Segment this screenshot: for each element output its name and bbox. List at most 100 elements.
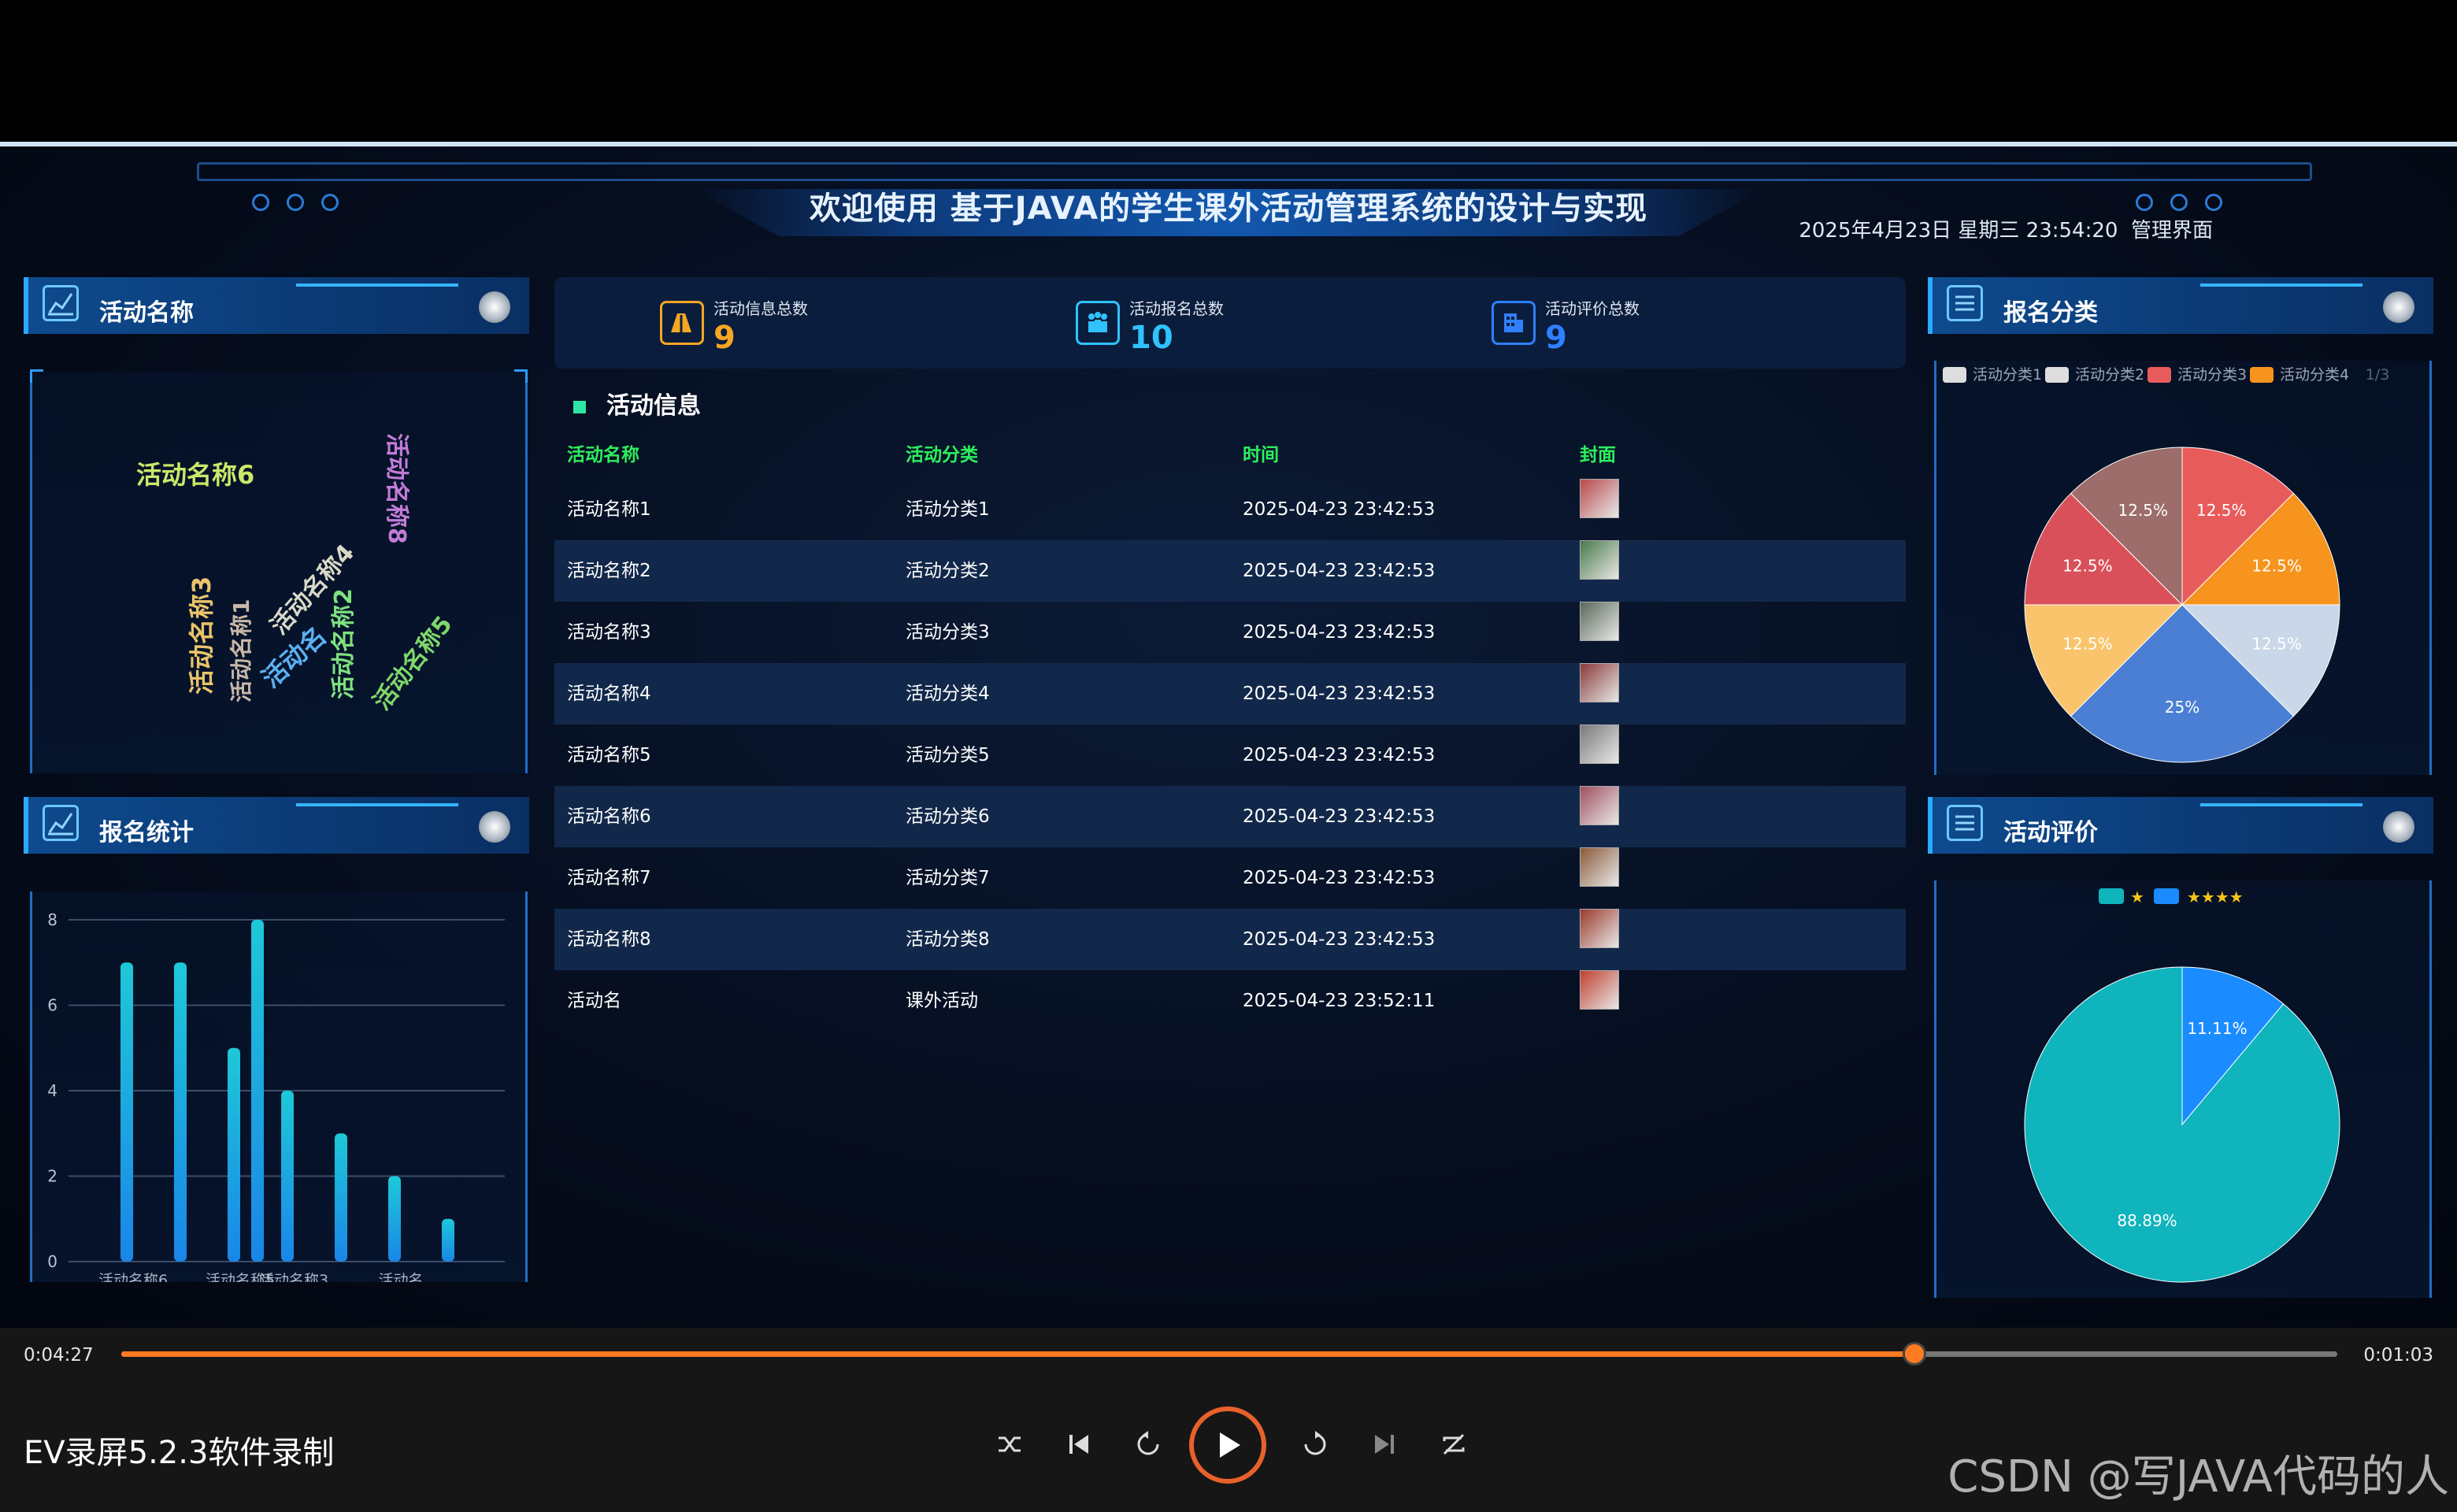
cover-image[interactable] xyxy=(1580,970,1619,1010)
table-row[interactable]: 活动名称5 活动分类5 2025-04-23 23:42:53 xyxy=(554,724,1906,786)
slice-label: 12.5% xyxy=(2062,635,2113,654)
remaining-time: 0:01:03 xyxy=(2363,1345,2433,1366)
table-row[interactable]: 活动名称8 活动分类8 2025-04-23 23:42:53 xyxy=(554,909,1906,970)
bar-chart: 02468活动名称6 活动名称5活动名称3 活动名 xyxy=(47,910,505,1289)
top-black-bar xyxy=(0,0,2457,142)
video-player-bar: 0:04:27 0:01:03 EV录屏5.2.3软件录制 CSDN @写JAV… xyxy=(0,1328,2457,1512)
cover-image[interactable] xyxy=(1580,602,1619,641)
panel-title: 报名统计 xyxy=(99,819,194,847)
bar xyxy=(335,1133,347,1262)
table-cell-time: 2025-04-23 23:42:53 xyxy=(1243,806,1436,827)
word-cloud-word: 活动名称2 xyxy=(330,588,358,699)
table-cell-name: 活动名称2 xyxy=(567,561,651,581)
shuffle-icon[interactable] xyxy=(988,1422,1032,1466)
cover-image[interactable] xyxy=(1580,479,1619,518)
y-tick-label: 8 xyxy=(47,910,57,929)
legend-swatch xyxy=(2099,888,2124,904)
table-cell-category: 活动分类4 xyxy=(906,684,990,704)
x-tick-label: 活动名称6 xyxy=(98,1272,168,1282)
cover-image[interactable] xyxy=(1580,786,1619,825)
y-tick-label: 6 xyxy=(47,996,57,1015)
table-cell-time: 2025-04-23 23:42:53 xyxy=(1243,929,1436,950)
bar xyxy=(442,1218,454,1262)
header-accent-line xyxy=(2200,284,2362,287)
word-cloud-word: 活动名称3 xyxy=(187,576,217,695)
settings-knob-icon[interactable] xyxy=(2383,811,2414,843)
rewind-10-icon[interactable] xyxy=(1126,1422,1170,1466)
header-datetime: 2025年4月23日 星期三 23:54:20 管理界面 xyxy=(1799,214,2213,243)
cover-image[interactable] xyxy=(1580,909,1619,948)
settings-knob-icon[interactable] xyxy=(2383,291,2414,323)
table-body: 活动名称1 活动分类1 2025-04-23 23:42:53 活动名称2 活动分类2 2… xyxy=(554,479,1906,1032)
stat-value: 10 xyxy=(1129,320,1173,356)
legend-label: 活动分类4 xyxy=(2280,366,2349,384)
progress-handle[interactable] xyxy=(1902,1342,1926,1366)
settings-knob-icon[interactable] xyxy=(479,811,510,843)
play-button[interactable] xyxy=(1189,1406,1266,1484)
word-cloud-panel: 活动名称6 活动名称3 活动名称1 活动名 活动名称4 活动名称2 活动名称8 … xyxy=(30,369,528,773)
previous-icon[interactable] xyxy=(1057,1422,1101,1466)
slice-label: 12.5% xyxy=(2251,556,2302,575)
legend-label: ★ xyxy=(2130,888,2144,906)
table-cell-name: 活动名称1 xyxy=(567,499,651,520)
settings-knob-icon[interactable] xyxy=(479,291,510,323)
legend-label: 活动分类1 xyxy=(1973,366,2042,384)
table-row[interactable]: 活动名称4 活动分类4 2025-04-23 23:42:53 xyxy=(554,663,1906,724)
table-row[interactable]: 活动名称3 活动分类3 2025-04-23 23:42:53 xyxy=(554,602,1906,663)
slice-label: 25% xyxy=(2165,698,2199,717)
stat-label: 活动信息总数 xyxy=(713,299,808,318)
next-icon[interactable] xyxy=(1362,1422,1406,1466)
legend-swatch xyxy=(2250,367,2274,383)
bar xyxy=(120,962,133,1262)
rating-pie-panel: ★ ★★★★ 11.11% 88.89% xyxy=(1934,880,2432,1298)
table-cell-name: 活动名称7 xyxy=(567,868,651,888)
table-row[interactable]: 活动名称2 活动分类2 2025-04-23 23:42:53 xyxy=(554,540,1906,602)
repeat-off-icon[interactable] xyxy=(1432,1422,1476,1466)
table-cell-category: 活动分类3 xyxy=(906,622,990,643)
panel-signup-category-header: 报名分类 xyxy=(1928,277,2433,334)
table-row[interactable]: 活动名称7 活动分类7 2025-04-23 23:42:53 xyxy=(554,847,1906,909)
word-cloud-word: 活动名称5 xyxy=(368,610,458,716)
section-title-text: 活动信息 xyxy=(606,392,701,420)
table-row[interactable]: 活动名 课外活动 2025-04-23 23:52:11 xyxy=(554,970,1906,1032)
stats-bar: 活动信息总数 9 活动报名总数 10 活动评价总数 9 xyxy=(554,277,1906,369)
table-row[interactable]: 活动名称1 活动分类1 2025-04-23 23:42:53 xyxy=(554,479,1906,540)
forward-30-icon[interactable] xyxy=(1293,1422,1337,1466)
progress-track[interactable] xyxy=(121,1342,2337,1366)
stat-value: 9 xyxy=(1545,320,1567,356)
legend-page: 1/3 xyxy=(2366,366,2390,384)
activity-table: 活动名称 活动分类 时间 封面 活动名称1 活动分类1 2025-04-23 23:… xyxy=(554,432,1906,1032)
table-cell-category: 课外活动 xyxy=(906,991,978,1011)
legend-swatch xyxy=(2148,367,2171,383)
header-accent-line xyxy=(2200,803,2362,806)
table-cell-category: 活动分类5 xyxy=(906,745,990,765)
column-header[interactable]: 封面 xyxy=(1580,432,1616,479)
list-icon xyxy=(1947,285,1983,321)
table-cell-time: 2025-04-23 23:42:53 xyxy=(1243,745,1436,765)
bar-chart-panel: 0 2 4 6 8 活动名称6 活动名称5 活动名称3 活动名 xyxy=(30,891,528,1289)
slice-label: 12.5% xyxy=(2196,501,2247,520)
cover-image[interactable] xyxy=(1580,847,1619,887)
table-cell-category: 活动分类1 xyxy=(906,499,990,520)
cover-image[interactable] xyxy=(1580,663,1619,702)
slice-label: 11.11% xyxy=(2187,1019,2247,1038)
table-cell-category: 活动分类8 xyxy=(906,929,990,950)
app-name: EV录屏5.2.3软件录制 xyxy=(24,1435,335,1471)
cover-image[interactable] xyxy=(1580,540,1619,580)
column-header[interactable]: 活动分类 xyxy=(906,432,978,479)
slice-label: 12.5% xyxy=(2062,556,2113,575)
column-header[interactable]: 时间 xyxy=(1243,432,1279,479)
cover-image[interactable] xyxy=(1580,724,1619,764)
datetime-text: 2025年4月23日 星期三 23:54:20 xyxy=(1799,219,2118,243)
slice-label: 12.5% xyxy=(2251,635,2302,654)
column-header[interactable]: 活动名称 xyxy=(567,432,639,479)
legend-swatch xyxy=(1943,367,1966,383)
table-row[interactable]: 活动名称6 活动分类6 2025-04-23 23:42:53 xyxy=(554,786,1906,847)
y-tick-label: 2 xyxy=(47,1167,57,1186)
section-title: 活动信息 xyxy=(573,386,701,421)
table-cell-time: 2025-04-23 23:42:53 xyxy=(1243,499,1436,520)
table-cell-name: 活动名称6 xyxy=(567,806,651,827)
progress-fill xyxy=(121,1351,1914,1357)
admin-link[interactable]: 管理界面 xyxy=(2131,219,2213,243)
elapsed-time: 0:04:27 xyxy=(24,1345,94,1366)
